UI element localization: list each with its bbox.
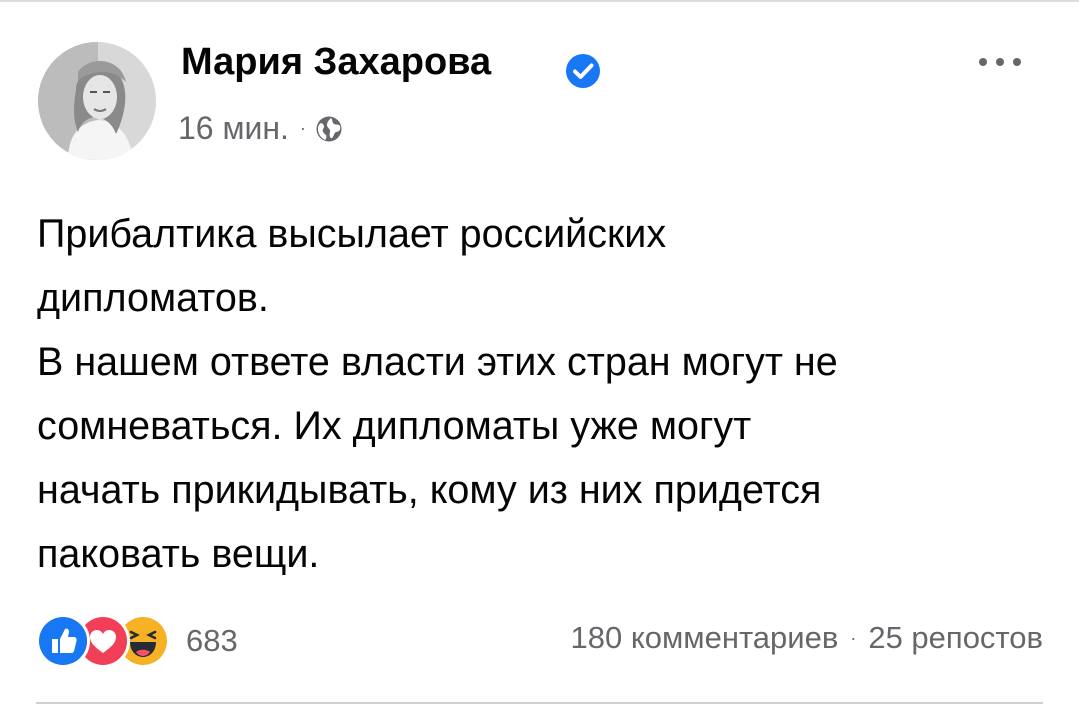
stats-separator: · — [850, 627, 857, 648]
facebook-post: Мария Захарова 16 мин. · Прибалтика высы… — [0, 0, 1079, 716]
shares-count[interactable]: 25 репостов — [868, 620, 1043, 656]
meta-separator: · — [299, 118, 306, 138]
post-text-line: Прибалтика высылает российских — [37, 212, 667, 256]
profile-photo — [38, 42, 156, 160]
reactions-summary[interactable]: 683 — [36, 614, 238, 668]
post-time[interactable]: 16 мин. — [178, 110, 289, 147]
post-text: Прибалтика высылает российских дипломато… — [37, 202, 1047, 586]
post-text-line: В нашем ответе власти этих стран могут н… — [37, 340, 838, 384]
post-stats: 180 комментариев · 25 репостов — [570, 620, 1043, 656]
reaction-count[interactable]: 683 — [186, 623, 238, 659]
post-text-line: сомневаться. Их дипломаты уже могут — [37, 404, 752, 448]
more-options-icon[interactable] — [975, 44, 1025, 80]
post-text-line: паковать вещи. — [37, 532, 320, 576]
globe-icon[interactable] — [315, 115, 343, 143]
like-icon — [36, 614, 90, 668]
post-text-line: начать прикидывать, кому из них придется — [37, 468, 822, 512]
post-meta: 16 мин. · — [178, 110, 343, 147]
post-text-line: дипломатов. — [37, 276, 269, 320]
author-name[interactable]: Мария Захарова — [181, 41, 491, 84]
comments-count[interactable]: 180 комментариев — [570, 620, 838, 656]
verified-badge-icon — [566, 54, 600, 88]
avatar[interactable] — [38, 42, 156, 160]
divider — [36, 702, 1043, 704]
